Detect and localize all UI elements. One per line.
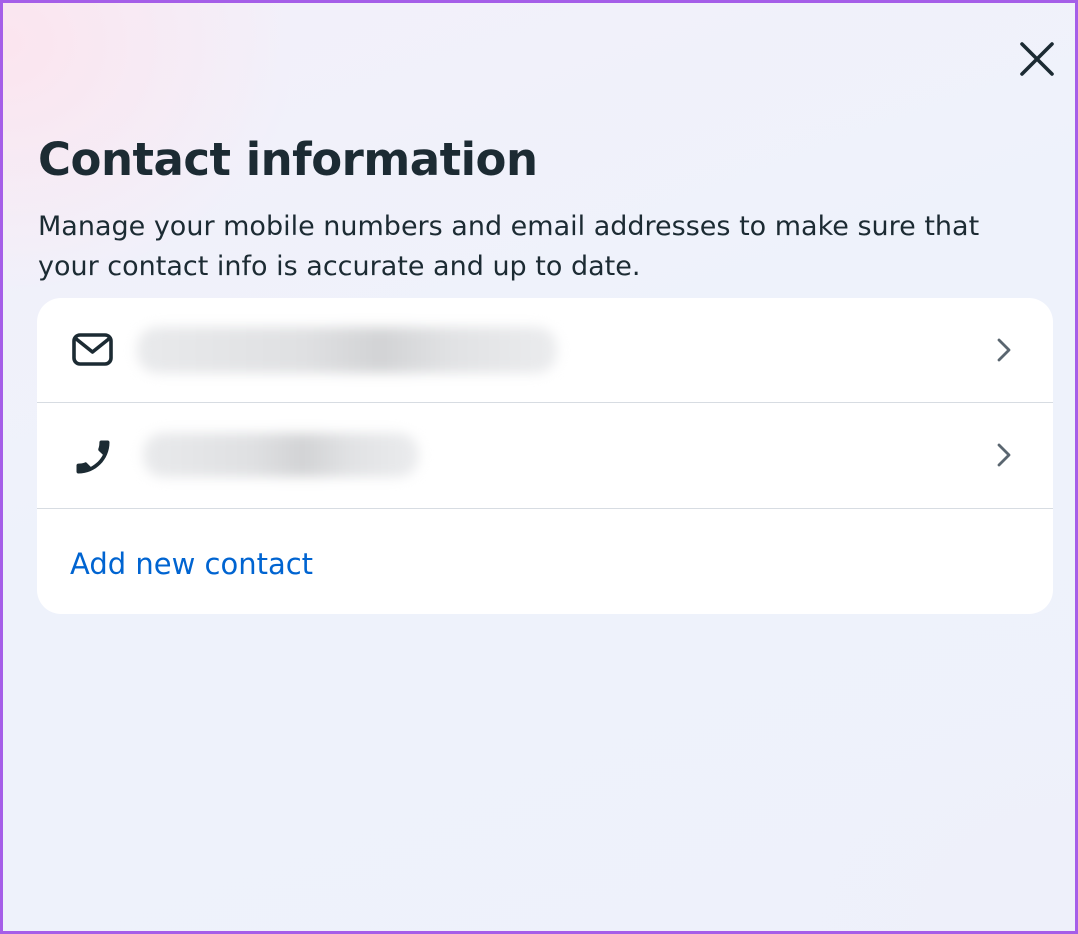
close-button[interactable]	[1015, 37, 1059, 81]
dialog: Contact information Manage your mobile n…	[0, 0, 1078, 934]
chevron-right-icon	[997, 443, 1011, 467]
add-new-contact-link[interactable]: Add new contact	[70, 544, 313, 584]
contact-list-card: Add new contact	[37, 298, 1053, 614]
dialog-description: Manage your mobile numbers and email add…	[38, 211, 980, 282]
dialog-title: Contact information	[38, 133, 538, 186]
envelope-icon	[72, 333, 113, 366]
phone-icon	[76, 440, 110, 474]
divider	[37, 508, 1053, 509]
email-value-redacted	[137, 327, 557, 373]
phone-value-redacted	[143, 433, 419, 477]
contact-row-email[interactable]	[37, 298, 1053, 402]
contact-row-phone[interactable]	[37, 403, 1053, 507]
close-icon	[1020, 42, 1054, 76]
chevron-right-icon	[997, 338, 1011, 362]
